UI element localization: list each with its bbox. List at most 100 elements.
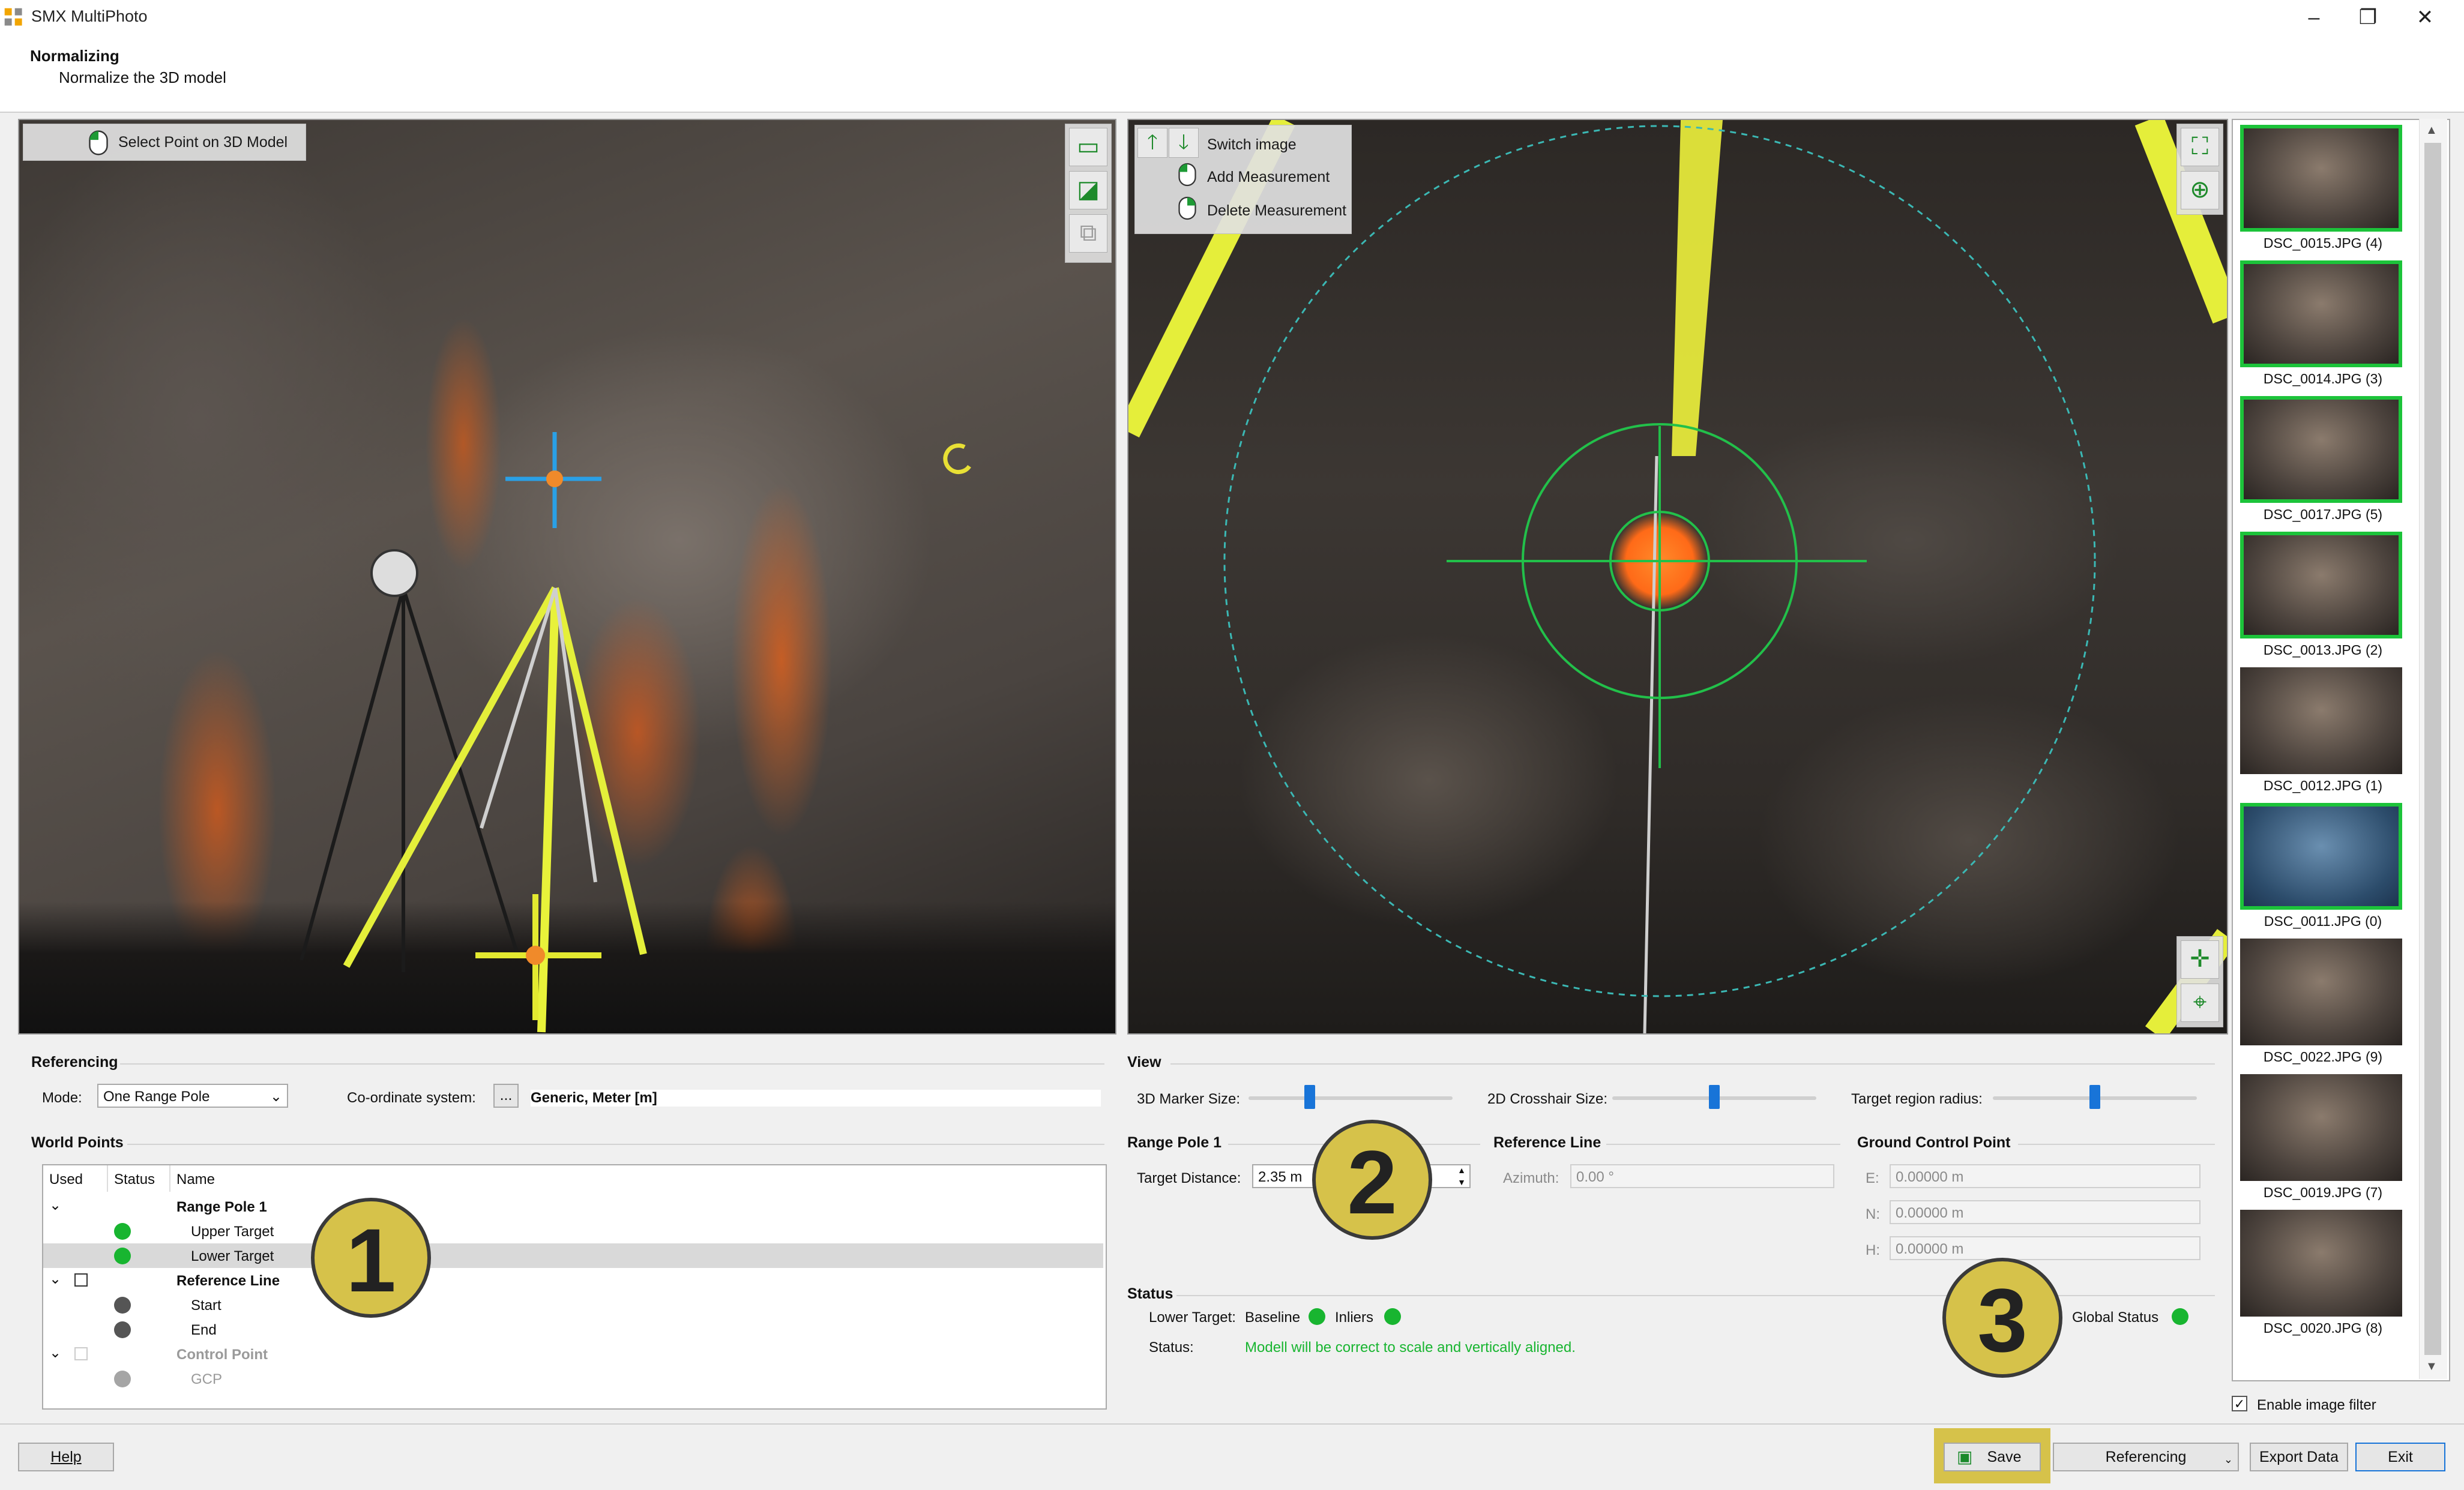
- thumbnail-label: DSC_0019.JPG (7): [2263, 1185, 2383, 1200]
- divider: [2018, 1144, 2215, 1145]
- gcp-title: Ground Control Point: [1857, 1134, 2011, 1151]
- image-thumbnail[interactable]: [2240, 396, 2402, 503]
- gcp-e-value: 0.00000 m: [1896, 1169, 1964, 1185]
- image-thumbnail[interactable]: [2240, 803, 2402, 910]
- select-point-label: Select Point on 3D Model: [118, 134, 288, 151]
- thumbnail-label: DSC_0020.JPG (8): [2263, 1320, 2383, 1336]
- marker-size-slider[interactable]: [1249, 1096, 1453, 1100]
- gcp-h-label: H:: [1866, 1242, 1880, 1258]
- status-dot: [114, 1248, 131, 1264]
- switch-image-label: Switch image: [1207, 136, 1297, 153]
- camera-view-icon[interactable]: ▭: [1069, 128, 1107, 166]
- split-view-icon[interactable]: ◪: [1069, 171, 1107, 209]
- world-points-tree[interactable]: Used Status Name ⌄ Range Pole 1 Upper Targ…: [42, 1164, 1107, 1410]
- previous-image-icon[interactable]: 🡑: [1137, 128, 1167, 158]
- mode-select[interactable]: One Range Pole ⌄: [97, 1084, 288, 1108]
- next-image-icon[interactable]: 🡓: [1169, 128, 1199, 158]
- inliers-label: Inliers: [1335, 1309, 1374, 1326]
- image-thumbnail[interactable]: [2240, 125, 2402, 232]
- save-label: Save: [1987, 1449, 2022, 1465]
- tree-row[interactable]: ⌄ Control Point: [43, 1342, 1103, 1366]
- zoom-in-icon[interactable]: ⊕: [2181, 171, 2219, 209]
- tree-row[interactable]: Upper Target: [43, 1219, 1103, 1243]
- image-thumbnail[interactable]: [2240, 1210, 2402, 1317]
- column-header-used[interactable]: Used: [49, 1171, 83, 1188]
- tree-row[interactable]: ⌄ Reference Line: [43, 1268, 1103, 1293]
- scroll-up-icon[interactable]: ▲: [2426, 124, 2438, 137]
- world-points-title: World Points: [31, 1134, 124, 1151]
- image-thumbnail[interactable]: [2240, 1074, 2402, 1181]
- crosshair-size-slider-thumb[interactable]: [1709, 1085, 1720, 1109]
- azimuth-input[interactable]: 0.00 °: [1570, 1164, 1834, 1188]
- scroll-down-icon[interactable]: ▼: [2426, 1360, 2438, 1374]
- used-checkbox[interactable]: [74, 1273, 88, 1287]
- enable-filter-checkbox[interactable]: ✓: [2232, 1396, 2247, 1411]
- restore-button[interactable]: ❐: [2341, 2, 2395, 32]
- thumbnail-label: DSC_0017.JPG (5): [2263, 506, 2383, 522]
- referencing-dropdown-button[interactable]: Referencing ⌄: [2053, 1443, 2239, 1471]
- tree-item-label: Upper Target: [191, 1224, 274, 1240]
- referencing-button-label: Referencing: [2105, 1449, 2187, 1465]
- gcp-e-label: E:: [1866, 1170, 1879, 1186]
- azimuth-value: 0.00 °: [1576, 1169, 1614, 1185]
- thumbnail-label: DSC_0011.JPG (0): [2264, 913, 2382, 929]
- minimize-button[interactable]: –: [2287, 2, 2341, 32]
- target-radius-slider-thumb[interactable]: [2089, 1085, 2100, 1109]
- thumbnail-label: DSC_0015.JPG (4): [2263, 235, 2383, 251]
- 2d-view-toolbar-top: ⛶ ⊕: [2176, 124, 2223, 215]
- image-thumbnail[interactable]: [2240, 260, 2402, 367]
- column-header-status[interactable]: Status: [114, 1171, 155, 1188]
- crop-icon[interactable]: ⧉: [1069, 214, 1107, 253]
- tree-row[interactable]: ⌄ Range Pole 1: [43, 1194, 1103, 1219]
- tree-row[interactable]: GCP: [43, 1366, 1103, 1391]
- image-thumbnail[interactable]: [2240, 939, 2402, 1045]
- save-icon: ▣: [1957, 1447, 1973, 1466]
- tree-row[interactable]: Start: [43, 1293, 1103, 1317]
- 2d-image-viewport[interactable]: 🡑 🡓 Switch image Add Measurement Delete …: [1127, 119, 2228, 1035]
- image-thumbnail[interactable]: [2240, 667, 2402, 774]
- divider: [120, 1063, 1104, 1065]
- tree-item-label: Lower Target: [191, 1248, 274, 1264]
- target-distance-spinner-icon[interactable]: ▲ ▼: [1453, 1164, 1471, 1188]
- marker-size-slider-thumb[interactable]: [1304, 1085, 1315, 1109]
- tree-item-label: Reference Line: [176, 1273, 280, 1289]
- status-title: Status: [1127, 1285, 1173, 1302]
- used-checkbox[interactable]: [74, 1347, 88, 1360]
- coord-system-browse-button[interactable]: ...: [493, 1084, 519, 1108]
- baseline-label: Baseline: [1245, 1309, 1301, 1326]
- gcp-e-input[interactable]: 0.00000 m: [1890, 1164, 2200, 1188]
- tree-row[interactable]: Lower Target: [43, 1243, 1103, 1268]
- 3d-model-viewport[interactable]: Select Point on 3D Model ▭ ◪ ⧉: [18, 119, 1116, 1035]
- tree-item-label: Range Pole 1: [176, 1199, 267, 1215]
- thumbnail-scrollbar[interactable]: ▲ ▼: [2419, 119, 2447, 1379]
- close-button[interactable]: ✕: [2398, 2, 2452, 32]
- callout-badge-1: 1: [311, 1198, 431, 1318]
- help-button[interactable]: Help: [18, 1443, 114, 1471]
- divider: [1170, 1063, 2215, 1065]
- global-status-dot: [2172, 1308, 2188, 1325]
- tree-item-label: End: [191, 1322, 217, 1338]
- exit-button[interactable]: Exit: [2355, 1443, 2445, 1471]
- expand-chevron-icon[interactable]: ⌄: [49, 1270, 61, 1288]
- image-thumbnail-list[interactable]: DSC_0015.JPG (4) DSC_0014.JPG (3) DSC_0017…: [2232, 119, 2450, 1381]
- export-data-button[interactable]: Export Data: [2250, 1443, 2348, 1471]
- mouse-left-click-icon: [89, 130, 108, 155]
- column-header-name[interactable]: Name: [176, 1171, 215, 1188]
- image-thumbnail[interactable]: [2240, 532, 2402, 638]
- coord-system-value: Generic, Meter [m]: [531, 1090, 1101, 1107]
- center-target-icon[interactable]: ⌖: [2181, 984, 2219, 1022]
- save-button[interactable]: ▣ Save: [1944, 1443, 2041, 1471]
- tree-item-label: Control Point: [176, 1347, 268, 1363]
- status-dot: [114, 1297, 131, 1314]
- expand-chevron-icon[interactable]: ⌄: [49, 1344, 61, 1362]
- fit-image-icon[interactable]: ⛶: [2181, 128, 2219, 166]
- gcp-n-input[interactable]: 0.00000 m: [1890, 1200, 2200, 1224]
- tree-row[interactable]: End: [43, 1317, 1103, 1342]
- title-bar: SMX MultiPhoto – ❐ ✕: [0, 0, 2464, 35]
- move-crosshair-icon[interactable]: ✛: [2181, 940, 2219, 979]
- column-divider: [169, 1165, 170, 1192]
- gcp-h-input[interactable]: 0.00000 m: [1890, 1236, 2200, 1260]
- scroll-thumb[interactable]: [2424, 143, 2441, 1355]
- gcp-n-value: 0.00000 m: [1896, 1205, 1964, 1221]
- expand-chevron-icon[interactable]: ⌄: [49, 1197, 61, 1214]
